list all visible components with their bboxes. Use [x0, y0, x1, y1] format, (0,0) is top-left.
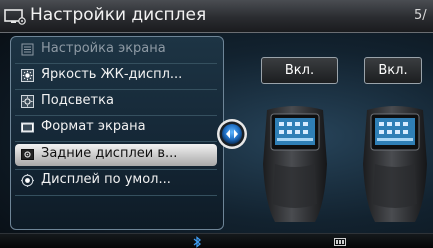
- menu-item-label: Дисплей по умол...: [41, 172, 171, 187]
- page-indicator: 5/: [414, 8, 427, 23]
- menu-item-label: Яркость ЖК-диспл...: [41, 67, 183, 82]
- display-settings-icon: [4, 9, 26, 25]
- rear-left-display-button[interactable]: Вкл.: [261, 57, 338, 84]
- signal-icon: [334, 238, 346, 246]
- divider: [15, 141, 217, 142]
- rear-display-icon: [21, 149, 34, 160]
- nav-knob-icon[interactable]: [216, 118, 248, 150]
- brightness-icon: [21, 69, 34, 82]
- title-bar: Настройки дисплея 5/: [0, 0, 433, 33]
- page-title: Настройки дисплея: [30, 5, 207, 25]
- menu-item-label: Задние дисплеи в...: [41, 146, 178, 161]
- menu-item-rear-displays[interactable]: Задние дисплеи в...: [15, 144, 217, 166]
- rear-right-display-button[interactable]: Вкл.: [364, 57, 422, 84]
- menu-item-default-display[interactable]: Дисплей по умол...: [15, 170, 217, 192]
- bluetooth-icon: [193, 236, 202, 248]
- menu-item-label: Настройка экрана: [41, 41, 166, 56]
- rear-left-seat-display-image: [263, 106, 327, 222]
- menu-item-label: Формат экрана: [41, 119, 146, 134]
- display-settings-screen: Настройки дисплея 5/ Настройка экрана Яр…: [0, 0, 433, 248]
- menu-item-screen-settings: Настройка экрана: [15, 39, 217, 61]
- menu-item-lcd-brightness[interactable]: Яркость ЖК-диспл...: [15, 65, 217, 87]
- default-display-icon: [21, 174, 34, 187]
- divider: [15, 89, 217, 90]
- status-bar: [0, 233, 433, 248]
- screen-format-icon: [21, 122, 34, 133]
- menu-item-label: Подсветка: [41, 93, 114, 108]
- divider: [15, 195, 217, 196]
- rear-right-seat-display-image: [363, 106, 427, 222]
- menu-item-screen-format[interactable]: Формат экрана: [15, 117, 217, 139]
- backlight-icon: [21, 95, 34, 108]
- screen-settings-icon: [21, 43, 34, 56]
- settings-menu: Настройка экрана Яркость ЖК-диспл... Под…: [10, 36, 224, 230]
- menu-item-backlight[interactable]: Подсветка: [15, 91, 217, 113]
- divider: [15, 115, 217, 116]
- divider: [15, 63, 217, 64]
